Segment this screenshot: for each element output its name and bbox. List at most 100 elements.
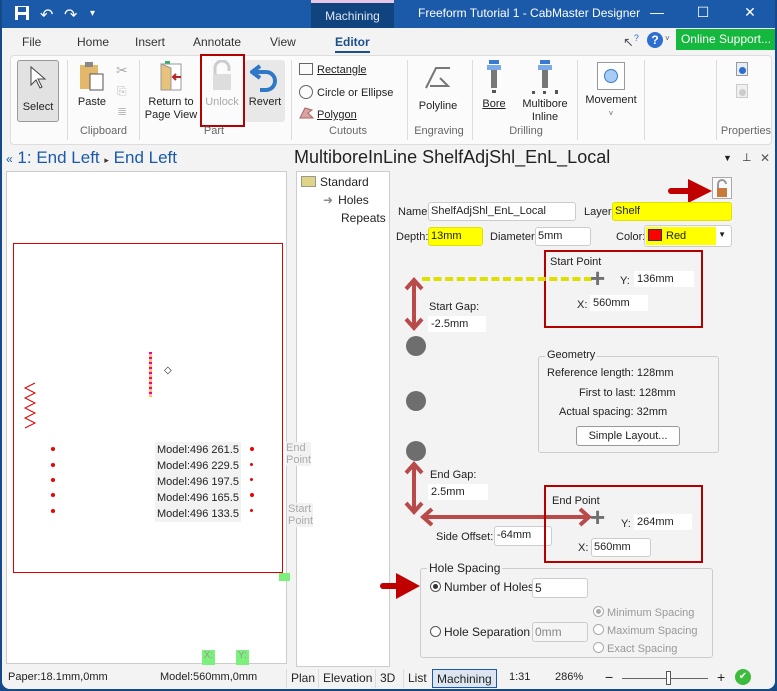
pane-menu-icon[interactable]: ▼ bbox=[723, 153, 732, 163]
hole-spacing-title: Hole Spacing bbox=[427, 561, 503, 575]
circle-ellipse-button[interactable]: Circle or Ellipse bbox=[299, 85, 393, 99]
start-x-label: X: bbox=[577, 299, 588, 311]
breadcrumb-item-2[interactable]: End Left bbox=[114, 148, 177, 167]
zoom-slider-thumb[interactable] bbox=[666, 671, 671, 685]
multibore-inline-button[interactable]: Multibore Inline bbox=[517, 60, 573, 124]
whats-this-help-icon[interactable]: ↖? bbox=[623, 33, 639, 50]
tab-file[interactable]: File bbox=[22, 35, 41, 49]
help-dropdown-icon[interactable]: ˅ bbox=[665, 34, 670, 43]
view-tab-list[interactable]: List bbox=[403, 669, 431, 688]
vertical-annotation-text bbox=[149, 352, 152, 397]
zoom-slider[interactable] bbox=[622, 678, 708, 679]
number-of-holes-radio[interactable]: Number of Holes bbox=[430, 580, 534, 594]
breadcrumb-separator-icon: ▸ bbox=[104, 155, 109, 165]
hole-marker bbox=[250, 463, 253, 466]
pane-close-icon[interactable]: ✕ bbox=[760, 151, 770, 165]
start-x-field[interactable]: 560mm bbox=[590, 295, 648, 311]
maximize-button[interactable]: ☐ bbox=[688, 4, 718, 21]
tab-annotate[interactable]: Annotate bbox=[193, 35, 241, 49]
redo-icon[interactable]: ↷ bbox=[64, 5, 77, 25]
name-label: Name: bbox=[398, 206, 431, 218]
context-tab-machining[interactable]: Machining bbox=[311, 0, 394, 28]
zoom-out-button[interactable]: − bbox=[605, 669, 613, 685]
start-y-field[interactable]: 136mm bbox=[634, 271, 694, 287]
hole-marker bbox=[51, 478, 55, 482]
rectangle-button[interactable]: Rectangle bbox=[299, 63, 367, 76]
folder-icon bbox=[301, 176, 316, 187]
model-label-list: Model:496 261.5 Model:496 229.5 Model:49… bbox=[155, 442, 241, 522]
collapse-icon[interactable]: « bbox=[6, 152, 13, 166]
hole-separation-radio[interactable]: Hole Separation bbox=[430, 625, 530, 639]
hole-marker bbox=[250, 493, 254, 497]
simple-layout-button[interactable]: Simple Layout... bbox=[576, 426, 680, 446]
app-title: Freeform Tutorial 1 - CabMaster Designer bbox=[418, 6, 641, 20]
paste-special-icon[interactable]: ≣ bbox=[117, 104, 127, 118]
copy-icon[interactable]: ⎘ bbox=[117, 84, 127, 99]
revert-label: Revert bbox=[248, 96, 282, 108]
revert-button[interactable]: Revert bbox=[245, 60, 285, 122]
minimize-button[interactable]: — bbox=[642, 4, 672, 20]
view-tab-plan[interactable]: Plan bbox=[286, 669, 319, 688]
tree-item-repeats[interactable]: Repeats bbox=[341, 211, 386, 225]
polygon-icon bbox=[299, 107, 315, 119]
rectangle-icon bbox=[299, 63, 313, 75]
customize-icon[interactable]: ▾ bbox=[90, 8, 95, 19]
view-tab-3d[interactable]: 3D bbox=[375, 669, 399, 688]
tab-home[interactable]: Home bbox=[77, 35, 109, 49]
zoom-in-button[interactable]: + bbox=[717, 669, 725, 685]
depth-field[interactable]: 13mm bbox=[428, 227, 483, 246]
start-y-label: Y: bbox=[620, 275, 630, 287]
return-to-page-view-button[interactable]: Return to Page View bbox=[143, 60, 199, 122]
hole-separation-field[interactable]: 0mm bbox=[532, 622, 588, 642]
minimum-spacing-radio[interactable]: Minimum Spacing bbox=[593, 606, 694, 619]
tab-insert[interactable]: Insert bbox=[135, 35, 165, 49]
lock-button[interactable] bbox=[712, 177, 732, 199]
number-of-holes-field[interactable]: 5 bbox=[532, 578, 588, 598]
diameter-field[interactable]: 5mm bbox=[535, 227, 591, 246]
end-gap-field[interactable]: 2.5mm bbox=[428, 484, 488, 500]
part-group-label: Part bbox=[203, 125, 225, 137]
paste-button[interactable]: Paste bbox=[71, 60, 113, 109]
view-tab-machining[interactable]: Machining bbox=[432, 669, 497, 688]
online-support-button[interactable]: Online Support... bbox=[676, 29, 775, 50]
model-label: Model:496 165.5 bbox=[157, 492, 239, 504]
end-point-label: End Point bbox=[286, 442, 312, 466]
end-y-field[interactable]: 264mm bbox=[634, 514, 692, 530]
color-dropdown[interactable]: Red ▼ bbox=[644, 225, 732, 247]
view-tab-elevation[interactable]: Elevation bbox=[318, 669, 376, 688]
pane-title: MultiboreInLine ShelfAdjShl_EnL_Local bbox=[294, 147, 611, 167]
end-x-field[interactable]: 560mm bbox=[591, 538, 651, 557]
return-door-icon bbox=[160, 61, 182, 91]
properties-icon[interactable] bbox=[736, 62, 748, 76]
resize-handle[interactable] bbox=[279, 573, 290, 581]
hole-marker bbox=[51, 447, 55, 451]
padlock-open-icon bbox=[717, 179, 727, 197]
close-button[interactable]: ✕ bbox=[735, 4, 765, 21]
properties-disabled-icon[interactable] bbox=[736, 84, 748, 98]
help-icon[interactable]: ? bbox=[647, 32, 663, 48]
bore-button[interactable]: Bore bbox=[477, 60, 511, 111]
breadcrumb-item-1[interactable]: 1: End Left bbox=[17, 148, 99, 167]
movement-button[interactable]: Movement ˅ bbox=[581, 60, 641, 120]
undo-icon[interactable]: ↶ bbox=[40, 5, 53, 25]
tree-item-standard[interactable]: Standard bbox=[301, 175, 369, 189]
cut-icon[interactable]: ✂ bbox=[116, 62, 128, 79]
tab-editor[interactable]: Editor bbox=[335, 35, 370, 53]
reference-length-text: Reference length: 128mm bbox=[547, 367, 674, 379]
polygon-button[interactable]: Polygon bbox=[299, 107, 357, 121]
select-button[interactable]: Select bbox=[17, 60, 59, 122]
pin-icon[interactable]: ⊥ bbox=[742, 151, 752, 164]
tree-item-holes[interactable]: ➜ Holes bbox=[323, 193, 369, 207]
hole-properties-form: Name: ShelfAdjShl_EnL_Local Layer: Shelf… bbox=[380, 171, 775, 667]
start-gap-field[interactable]: -2.5mm bbox=[428, 316, 486, 332]
tab-view[interactable]: View bbox=[270, 35, 296, 49]
maximum-spacing-radio[interactable]: Maximum Spacing bbox=[593, 624, 697, 637]
drawing-canvas[interactable]: ◇ Model:496 261.5 Model:496 229.5 Model:… bbox=[6, 171, 290, 665]
name-field[interactable]: ShelfAdjShl_EnL_Local bbox=[428, 202, 576, 221]
save-icon[interactable] bbox=[14, 5, 30, 26]
exact-spacing-radio[interactable]: Exact Spacing bbox=[593, 642, 677, 655]
layer-field[interactable]: Shelf bbox=[612, 202, 732, 221]
polyline-button[interactable]: Polyline bbox=[409, 62, 467, 113]
maximum-spacing-label: Maximum Spacing bbox=[607, 625, 698, 637]
tree-item-label: Holes bbox=[338, 193, 369, 207]
